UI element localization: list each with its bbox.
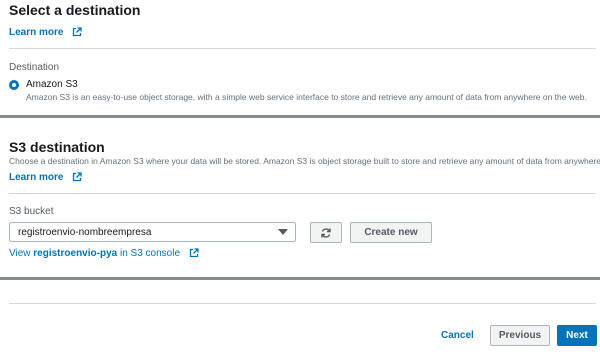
option-amazon-s3-description: Amazon S3 is an easy-to-use object stora… [26, 92, 587, 102]
section-divider [0, 115, 600, 118]
s3-bucket-label: S3 bucket [9, 206, 54, 217]
s3-bucket-select[interactable]: registroenvio-nombreempresa [9, 222, 296, 242]
external-link-icon [72, 172, 82, 182]
radio-amazon-s3[interactable] [9, 80, 19, 90]
s3-bucket-selected-value: registroenvio-nombreempresa [18, 226, 152, 238]
external-link-icon [72, 27, 82, 37]
learn-more-label-2: Learn more [9, 172, 64, 183]
divider [9, 193, 596, 194]
view-in-s3-console-link[interactable]: View registroenvio-pya in S3 console [9, 248, 199, 259]
footer-divider [9, 303, 596, 304]
view-suffix: in S3 console [117, 248, 181, 259]
learn-more-link[interactable]: Learn more [9, 22, 82, 40]
cancel-button[interactable]: Cancel [441, 330, 474, 341]
divider [9, 48, 596, 49]
learn-more-label: Learn more [9, 27, 64, 38]
section-title-s3-destination: S3 destination [9, 139, 105, 155]
chevron-down-icon [278, 229, 288, 235]
learn-more-link-2[interactable]: Learn more [9, 167, 82, 185]
view-bucket-name: registroenvio-pya [33, 248, 118, 259]
create-new-button[interactable]: Create new [350, 222, 432, 243]
previous-button[interactable]: Previous [490, 325, 550, 346]
view-prefix: View [9, 248, 34, 259]
section-title-select-destination: Select a destination [9, 2, 141, 18]
option-amazon-s3-label[interactable]: Amazon S3 [26, 79, 78, 90]
destination-label: Destination [9, 62, 60, 73]
external-link-icon [189, 248, 199, 258]
refresh-icon [321, 227, 331, 238]
refresh-button[interactable] [310, 222, 342, 243]
section-divider [0, 277, 600, 280]
s3-destination-description: Choose a destination in Amazon S3 where … [9, 156, 600, 166]
next-button[interactable]: Next [557, 325, 597, 346]
